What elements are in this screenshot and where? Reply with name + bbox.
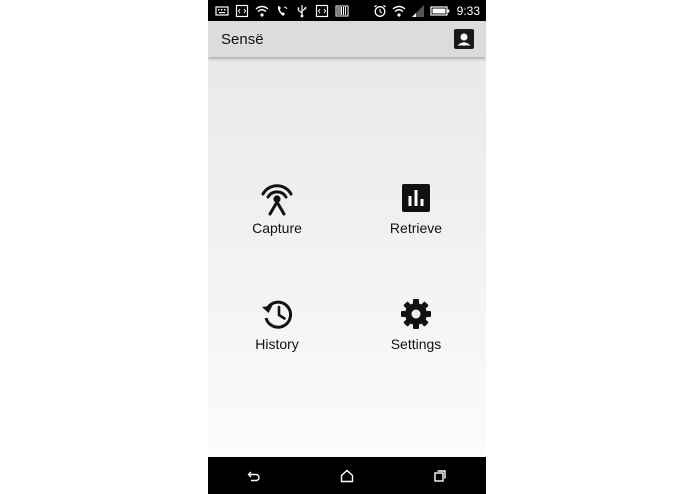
- barcode-icon: [335, 4, 349, 18]
- status-bar: 9:33: [208, 0, 486, 21]
- capture-tile[interactable]: Capture: [217, 180, 337, 250]
- battery-icon: [430, 4, 450, 18]
- history-label: History: [255, 336, 299, 352]
- app-bar: Sensë: [208, 21, 486, 57]
- account-box-icon: [457, 33, 471, 46]
- keyboard-icon: [215, 4, 229, 18]
- wifi-icon: [392, 4, 406, 18]
- phone-screen: 9:33 Sensë Capture Retrieve History Sett…: [208, 0, 486, 494]
- navigation-bar: [208, 457, 486, 494]
- usb-icon: [295, 4, 309, 18]
- code-icon: [235, 4, 249, 18]
- settings-label: Settings: [390, 336, 442, 352]
- recents-button[interactable]: [420, 461, 460, 491]
- code-icon: [315, 4, 329, 18]
- history-icon: [259, 296, 295, 332]
- back-button[interactable]: [234, 461, 274, 491]
- settings-tile[interactable]: Settings: [356, 296, 476, 366]
- wifi-icon: [255, 4, 269, 18]
- profile-button[interactable]: [454, 29, 474, 49]
- app-title: Sensë: [221, 30, 264, 48]
- gear-icon: [398, 296, 434, 332]
- bar-chart-icon: [398, 180, 434, 216]
- wifi-call-icon: [275, 4, 289, 18]
- broadcast-icon: [259, 180, 295, 216]
- alarm-icon: [373, 4, 387, 18]
- retrieve-label: Retrieve: [389, 220, 443, 236]
- signal-icon: [411, 4, 425, 18]
- capture-label: Capture: [252, 220, 302, 236]
- back-icon: [247, 471, 260, 481]
- home-button[interactable]: [327, 461, 367, 491]
- status-clock: 9:33: [456, 3, 480, 18]
- recents-icon: [433, 469, 446, 482]
- retrieve-tile[interactable]: Retrieve: [356, 180, 476, 250]
- history-tile[interactable]: History: [217, 296, 337, 366]
- home-icon: [340, 469, 354, 482]
